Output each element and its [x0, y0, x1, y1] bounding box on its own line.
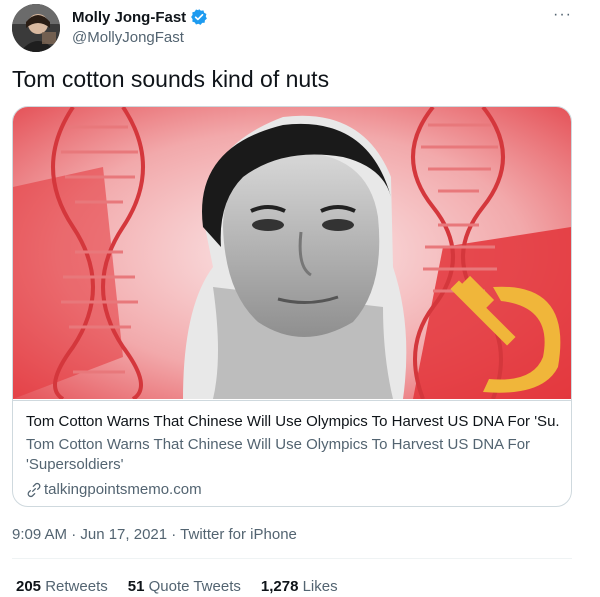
engagement-stats: 205 Retweets 51 Quote Tweets 1,278 Likes [16, 578, 338, 595]
card-title[interactable]: Tom Cotton Warns That Chinese Will Use O… [26, 413, 560, 430]
card-image[interactable] [13, 107, 571, 399]
tweet-timestamp[interactable]: 9:09 AM · Jun 17, 2021 · Twitter for iPh… [12, 526, 297, 543]
quote-tweets-label: Quote Tweets [148, 578, 241, 595]
likes-count: 1,278 [260, 578, 299, 595]
link-icon [26, 482, 42, 498]
avatar[interactable] [12, 4, 60, 52]
retweets-count: 205 [16, 578, 42, 595]
more-options-icon[interactable]: ··· [553, 6, 572, 24]
retweets-label: Retweets [45, 578, 108, 595]
verified-badge-icon [190, 8, 208, 26]
tweet: Molly Jong-Fast @MollyJongFast ··· Tom c… [0, 0, 600, 597]
card-description: Tom Cotton Warns That Chinese Will Use O… [26, 436, 531, 473]
divider [12, 558, 572, 559]
card-domain-text: talkingpointsmemo.com [44, 481, 202, 498]
tweet-text: Tom cotton sounds kind of nuts [12, 66, 330, 92]
author-display-name[interactable]: Molly Jong-Fast [72, 9, 186, 26]
retweets-stat[interactable]: 205 Retweets [16, 578, 108, 595]
card-domain[interactable]: talkingpointsmemo.com [26, 481, 202, 498]
quote-tweets-stat[interactable]: 51 Quote Tweets [128, 578, 241, 595]
likes-label: Likes [302, 578, 338, 595]
card-text[interactable]: Tom Cotton Warns That Chinese Will Use O… [13, 400, 571, 506]
quote-tweets-count: 51 [127, 578, 145, 595]
author-handle[interactable]: @MollyJongFast [72, 29, 184, 46]
link-card[interactable]: Tom Cotton Warns That Chinese Will Use O… [12, 106, 572, 507]
likes-stat[interactable]: 1,278 Likes [261, 578, 338, 595]
author-name-row[interactable]: Molly Jong-Fast [72, 8, 208, 26]
